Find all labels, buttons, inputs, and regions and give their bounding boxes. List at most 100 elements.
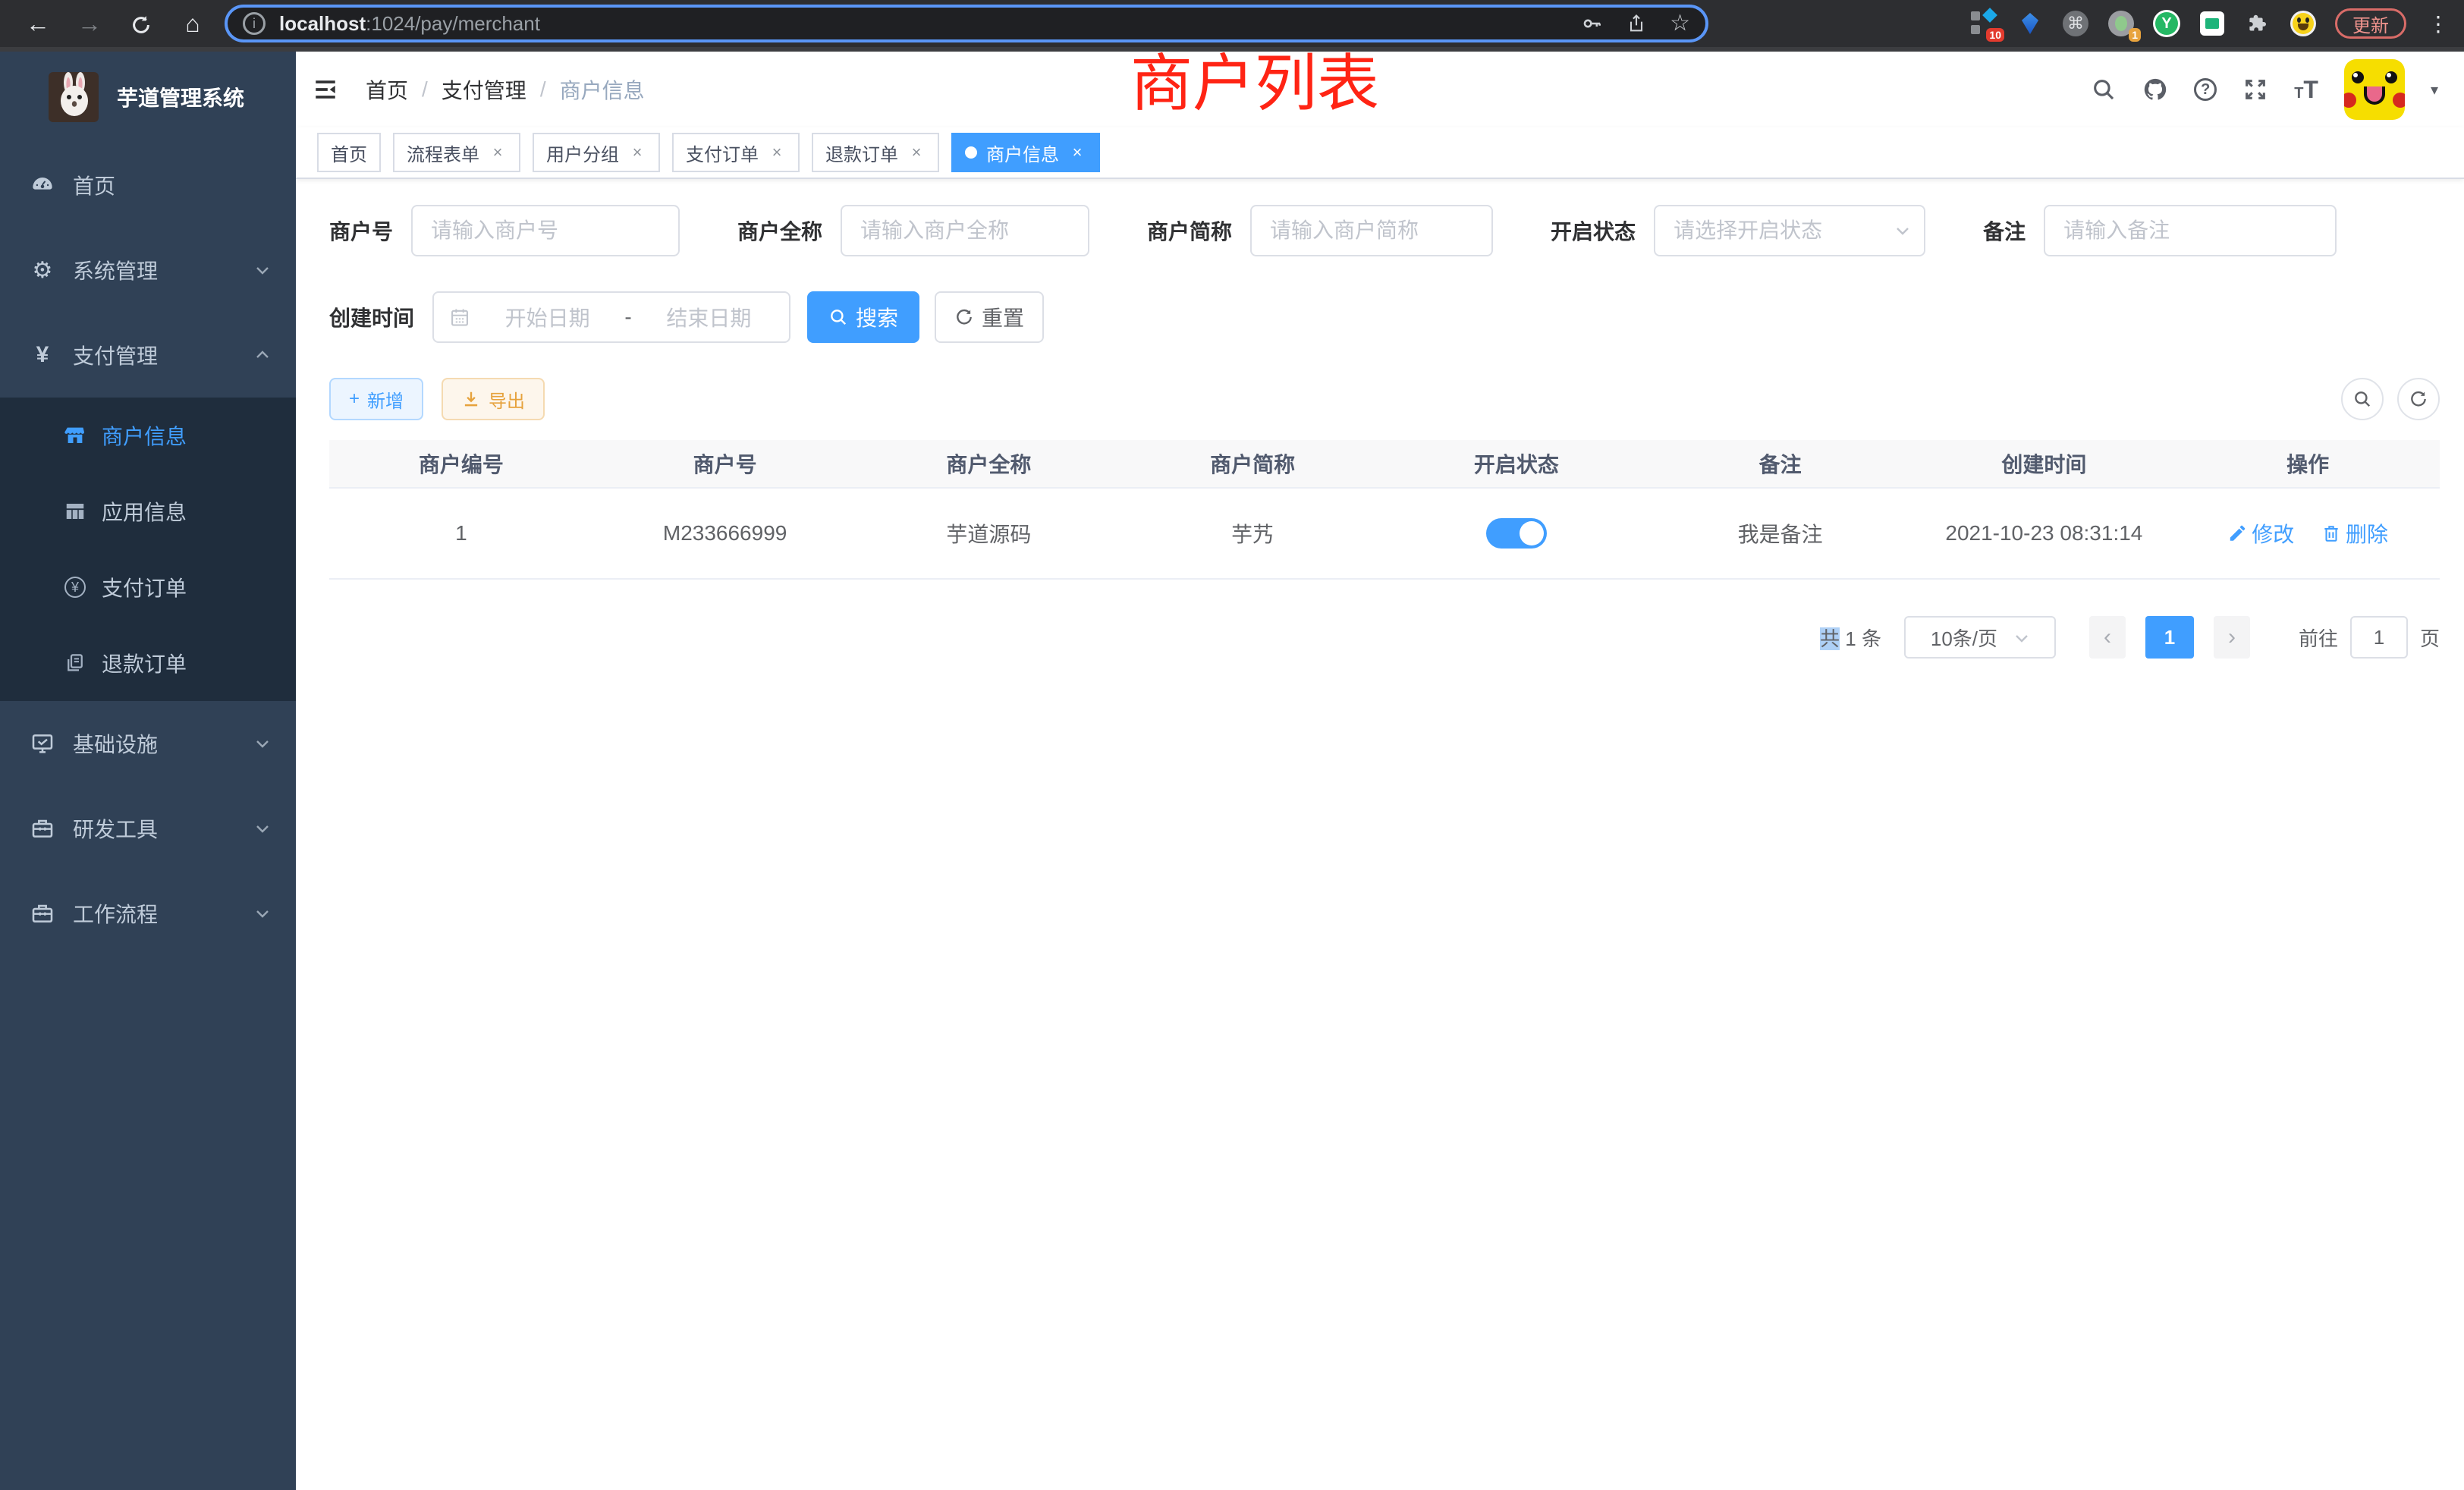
goto-page-input[interactable] (2350, 616, 2408, 659)
page-tab[interactable]: 首页 × (317, 133, 381, 172)
tab-close-icon[interactable]: × (1068, 143, 1086, 162)
extension-y-icon[interactable]: Y (2153, 10, 2180, 37)
browser-back-icon[interactable]: ← (12, 0, 64, 47)
page-tab[interactable]: 退款订单 × (812, 133, 939, 172)
extension-blob-icon[interactable]: 1 (2107, 10, 2135, 37)
refresh-table-button[interactable] (2397, 378, 2440, 420)
cell-actions: 修改 删除 (2176, 518, 2440, 549)
reset-button[interactable]: 重置 (935, 291, 1044, 343)
tab-label: 首页 (331, 140, 367, 166)
edit-link[interactable]: 修改 (2227, 518, 2294, 549)
short-name-input[interactable] (1250, 205, 1493, 256)
main-area: 商户列表 首页 / 支付管理 / 商户信息 ? TT (296, 52, 2464, 1490)
sidebar-item-app-info[interactable]: 应用信息 (0, 473, 296, 549)
tab-close-icon[interactable]: × (628, 143, 646, 162)
tab-close-icon[interactable]: × (768, 143, 786, 162)
sidebar-item-workflow[interactable]: 工作流程 (0, 871, 296, 956)
search-button[interactable]: 搜索 (807, 291, 919, 343)
chevron-down-icon (253, 261, 272, 279)
column-header: 商户号 (593, 448, 857, 479)
password-key-icon[interactable] (1582, 13, 1603, 34)
extension-chat-icon[interactable] (2198, 10, 2226, 37)
browser-toolbar: ← → ⌂ i localhost:1024/pay/merchant ☆ 10… (0, 0, 2464, 47)
extension-command-icon[interactable]: ⌘ (2062, 10, 2089, 37)
edit-icon (2227, 523, 2247, 543)
merchant-table: 商户编号商户号商户全称商户简称开启状态备注创建时间操作 1 M233666999… (329, 440, 2440, 580)
chevron-down-icon (2013, 629, 2029, 646)
extensions-puzzle-icon[interactable] (2244, 10, 2271, 37)
sidebar-item-pay-order[interactable]: ¥ 支付订单 (0, 549, 296, 625)
search-icon[interactable] (2091, 77, 2117, 102)
sidebar-item-system[interactable]: ⚙ 系统管理 (0, 228, 296, 313)
avatar[interactable] (2344, 59, 2405, 120)
address-bar[interactable]: i localhost:1024/pay/merchant ☆ (225, 5, 1708, 42)
add-button[interactable]: +新增 (329, 378, 423, 420)
sidebar-item-dev-tools[interactable]: 研发工具 (0, 786, 296, 871)
filter-label: 商户全称 (737, 215, 822, 246)
table-row: 1 M233666999 芋道源码 芋艿 我是备注 2021-10-23 08:… (329, 489, 2440, 580)
sidebar-item-refund-order[interactable]: 退款订单 (0, 625, 296, 701)
sidebar-collapse-icon[interactable] (313, 77, 338, 102)
sidebar-item-payment[interactable]: ¥ 支付管理 (0, 313, 296, 398)
page-unit-label: 页 (2420, 624, 2440, 652)
tab-label: 流程表单 (407, 140, 479, 166)
prev-page-button[interactable]: ‹ (2089, 616, 2126, 659)
start-date-placeholder[interactable]: 开始日期 (482, 302, 612, 332)
site-info-icon[interactable]: i (243, 12, 266, 35)
extension-emoji-icon[interactable] (2290, 10, 2317, 37)
browser-menu-icon[interactable]: ⋮ (2425, 11, 2452, 36)
column-header: 商户全称 (857, 448, 1121, 479)
create-time-range-picker[interactable]: 开始日期 - 结束日期 (432, 291, 790, 343)
font-size-icon[interactable]: TT (2294, 77, 2318, 102)
delete-link[interactable]: 删除 (2321, 518, 2388, 549)
extension-grid-icon[interactable]: 10 (1971, 10, 1998, 37)
filter-label: 商户简称 (1147, 215, 1232, 246)
help-icon[interactable]: ? (2194, 78, 2217, 101)
current-page-button[interactable]: 1 (2145, 616, 2194, 659)
sidebar-item-label: 首页 (73, 170, 115, 200)
page-tab[interactable]: 流程表单 × (393, 133, 520, 172)
status-toggle[interactable] (1486, 518, 1547, 549)
export-button[interactable]: 导出 (442, 378, 545, 420)
full-name-input[interactable] (841, 205, 1089, 256)
table-header: 商户编号商户号商户全称商户简称开启状态备注创建时间操作 (329, 440, 2440, 489)
status-select[interactable] (1654, 205, 1925, 256)
status-select-input[interactable] (1654, 205, 1925, 256)
search-icon (2352, 389, 2372, 409)
page-tab[interactable]: 商户信息 × (951, 133, 1100, 172)
next-page-button[interactable]: › (2214, 616, 2250, 659)
page-size-select[interactable]: 10条/页 (1904, 616, 2056, 659)
bookmark-star-icon[interactable]: ☆ (1670, 12, 1690, 35)
page-tab[interactable]: 支付订单 × (672, 133, 800, 172)
cell-full-name: 芋道源码 (857, 518, 1121, 549)
extensions-area: 10 ⌘ 1 Y 更新 ⋮ (1971, 8, 2452, 39)
sidebar-item-merchant-info[interactable]: 商户信息 (0, 398, 296, 473)
avatar-caret-icon[interactable]: ▾ (2431, 80, 2438, 99)
tab-close-icon[interactable]: × (907, 143, 926, 162)
sidebar-item-label: 支付管理 (73, 340, 158, 370)
breadcrumb-separator: / (422, 77, 428, 102)
browser-forward-icon[interactable]: → (64, 0, 115, 47)
breadcrumb-home[interactable]: 首页 (366, 74, 408, 105)
extension-kite-icon[interactable] (2016, 10, 2044, 37)
end-date-placeholder[interactable]: 结束日期 (644, 302, 774, 332)
browser-update-button[interactable]: 更新 (2335, 8, 2406, 39)
column-header: 商户编号 (329, 448, 593, 479)
app-logo-row[interactable]: 芋道管理系统 (0, 52, 296, 143)
github-icon[interactable] (2142, 77, 2168, 102)
browser-home-icon[interactable]: ⌂ (167, 0, 218, 47)
browser-reload-icon[interactable] (115, 0, 167, 47)
merchant-no-input[interactable] (411, 205, 680, 256)
share-icon[interactable] (1626, 13, 1647, 34)
sidebar-item-home[interactable]: 首页 (0, 143, 296, 228)
sidebar-item-infrastructure[interactable]: 基础设施 (0, 701, 296, 786)
filter-label: 开启状态 (1551, 215, 1636, 246)
fullscreen-icon[interactable] (2242, 77, 2268, 102)
tab-close-icon[interactable]: × (489, 143, 507, 162)
chevron-down-icon (1894, 222, 1912, 240)
toggle-search-button[interactable] (2341, 378, 2384, 420)
page-tab[interactable]: 用户分组 × (533, 133, 660, 172)
remark-input[interactable] (2044, 205, 2337, 256)
tab-label: 退款订单 (825, 140, 898, 166)
breadcrumb: 首页 / 支付管理 / 商户信息 (366, 74, 645, 105)
